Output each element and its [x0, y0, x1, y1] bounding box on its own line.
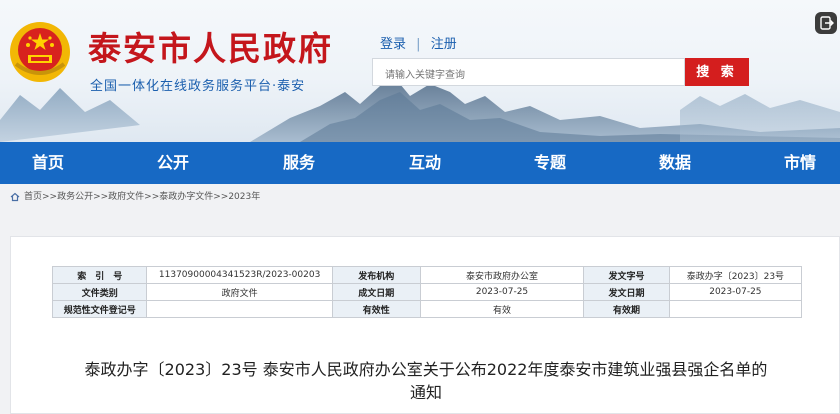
- home-icon: [10, 192, 20, 201]
- search-button[interactable]: 搜 索: [685, 58, 749, 86]
- main-nav: 首页 公开 服务 互动 专题 数据 市情: [0, 142, 840, 184]
- login-link[interactable]: 登录: [380, 33, 406, 52]
- nav-item-topics[interactable]: 专题: [534, 142, 566, 184]
- meta-value: 2023-07-25: [419, 283, 585, 301]
- table-row: 文件类别 政府文件 成文日期 2023-07-25 发文日期 2023-07-25: [51, 283, 803, 301]
- breadcrumb-path[interactable]: 首页>>政务公开>>政府文件>>泰政办字文件>>2023年: [24, 192, 260, 202]
- register-link[interactable]: 注册: [431, 33, 457, 52]
- meta-label: 发文字号: [583, 266, 670, 284]
- exit-icon[interactable]: [815, 12, 837, 34]
- site-title: 泰安市人民政府: [88, 29, 333, 68]
- meta-value: [668, 300, 803, 318]
- document-title-line-2: 通知: [409, 383, 442, 402]
- search-input[interactable]: [372, 58, 685, 86]
- meta-label: 索 引 号: [51, 266, 148, 284]
- meta-label: 规范性文件登记号: [51, 300, 148, 318]
- meta-label: 成文日期: [331, 283, 421, 301]
- content-card: 索 引 号 11370900004341523R/2023-00203 发布机构 泰安…: [10, 236, 840, 414]
- nav-item-home[interactable]: 首页: [32, 142, 64, 184]
- meta-label: 有效期: [583, 300, 670, 318]
- meta-label: 发文日期: [583, 283, 670, 301]
- document-title: 泰政办字〔2023〕23号 泰安市人民政府办公室关于公布2022年度泰安市建筑业…: [11, 358, 840, 404]
- meta-value: [146, 300, 333, 318]
- breadcrumb: 首页>>政务公开>>政府文件>>泰政办字文件>>2023年: [0, 184, 840, 210]
- meta-value: 有效: [419, 300, 585, 318]
- site-header: 泰安市人民政府 全国一体化在线政务服务平台·泰安 登录 | 注册 搜 索: [0, 0, 840, 142]
- meta-value: 11370900004341523R/2023-00203: [146, 266, 333, 284]
- nav-item-services[interactable]: 服务: [283, 142, 315, 184]
- table-row: 规范性文件登记号 有效性 有效 有效期: [51, 300, 803, 318]
- document-metadata-table: 索 引 号 11370900004341523R/2023-00203 发布机构 泰安…: [51, 266, 803, 318]
- meta-label: 有效性: [331, 300, 421, 318]
- auth-divider: |: [416, 37, 421, 52]
- auth-links: 登录 | 注册: [380, 33, 457, 52]
- nav-item-city[interactable]: 市情: [784, 142, 816, 184]
- nav-item-interaction[interactable]: 互动: [409, 142, 441, 184]
- meta-value: 2023-07-25: [668, 283, 803, 301]
- meta-value: 泰政办字〔2023〕23号: [668, 266, 803, 284]
- meta-value: 政府文件: [146, 283, 333, 301]
- national-emblem-icon: [10, 22, 70, 82]
- site-subtitle: 全国一体化在线政务服务平台·泰安: [90, 79, 306, 94]
- document-title-line-1: 泰政办字〔2023〕23号 泰安市人民政府办公室关于公布2022年度泰安市建筑业…: [84, 360, 768, 379]
- nav-item-data[interactable]: 数据: [659, 142, 691, 184]
- nav-item-open[interactable]: 公开: [157, 142, 189, 184]
- table-row: 索 引 号 11370900004341523R/2023-00203 发布机构 泰安…: [51, 266, 803, 284]
- meta-value: 泰安市政府办公室: [419, 266, 585, 284]
- meta-label: 发布机构: [331, 266, 421, 284]
- meta-label: 文件类别: [51, 283, 148, 301]
